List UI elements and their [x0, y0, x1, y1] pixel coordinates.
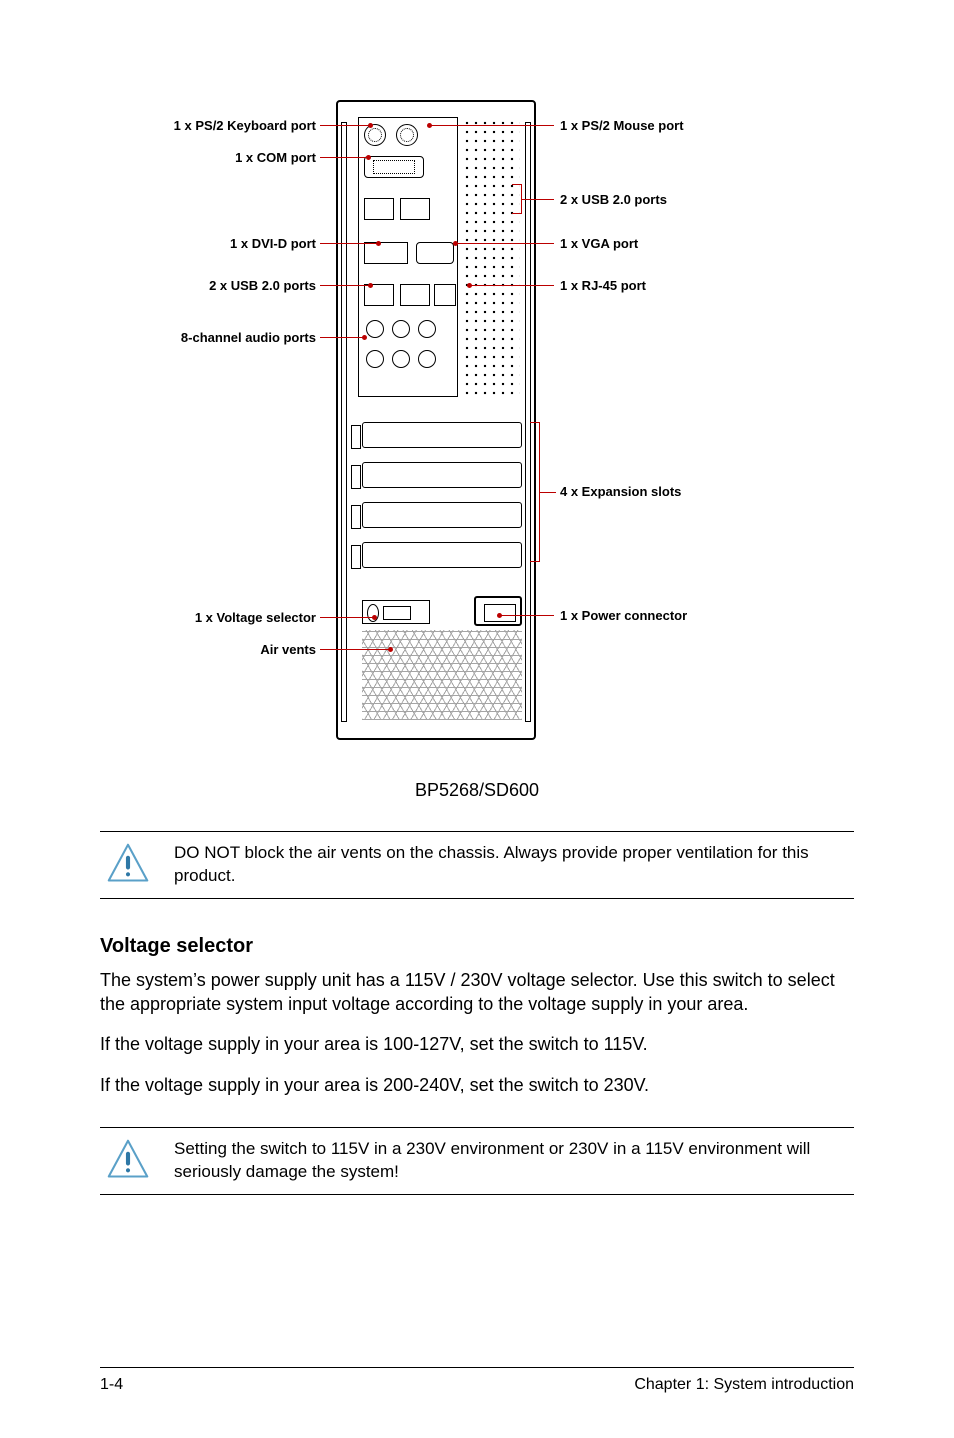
- ventilation-note: DO NOT block the air vents on the chassi…: [100, 831, 854, 899]
- voltage-warning-text: Setting the switch to 115V in a 230V env…: [174, 1138, 854, 1184]
- voltage-selector-icon: [362, 600, 430, 624]
- audio-jacks-row1-icon: [362, 320, 454, 342]
- ventilation-note-text: DO NOT block the air vents on the chassi…: [174, 842, 854, 888]
- rear-panel-diagram: 1 x PS/2 Keyboard port 1 x COM port 1 x …: [100, 90, 854, 770]
- power-connector-icon: [474, 596, 522, 626]
- model-name: BP5268/SD600: [100, 780, 854, 801]
- label-ps2-mouse: 1 x PS/2 Mouse port: [560, 118, 820, 133]
- label-voltage-selector: 1 x Voltage selector: [100, 610, 316, 625]
- vga-port-icon: [416, 242, 454, 264]
- caution-icon: [106, 842, 150, 886]
- label-dvid: 1 x DVI-D port: [100, 236, 316, 251]
- com-port-icon: [364, 156, 424, 178]
- chassis-outline: [336, 100, 536, 740]
- page-number: 1-4: [100, 1376, 123, 1394]
- label-power-connector: 1 x Power connector: [560, 608, 820, 623]
- expansion-slot-icon: [362, 422, 522, 448]
- label-rj45: 1 x RJ-45 port: [560, 278, 820, 293]
- usb-pair-top-icon: [364, 198, 394, 220]
- page-footer: 1-4 Chapter 1: System introduction: [100, 1367, 854, 1394]
- voltage-p1: The system’s power supply unit has a 115…: [100, 968, 854, 1017]
- psu-area: [362, 600, 522, 720]
- air-vents-icon: [362, 630, 522, 720]
- label-ps2-keyboard: 1 x PS/2 Keyboard port: [100, 118, 316, 133]
- label-vga: 1 x VGA port: [560, 236, 820, 251]
- label-usb-left: 2 x USB 2.0 ports: [100, 278, 316, 293]
- ps2-keyboard-port-icon: [364, 124, 386, 146]
- voltage-warning-note: Setting the switch to 115V in a 230V env…: [100, 1127, 854, 1195]
- label-audio: 8-channel audio ports: [100, 330, 316, 345]
- warning-icon: [106, 1138, 150, 1182]
- voltage-p3: If the voltage supply in your area is 20…: [100, 1073, 854, 1097]
- dvid-port-icon: [364, 242, 408, 264]
- audio-jacks-row2-icon: [362, 350, 454, 372]
- label-air-vents: Air vents: [100, 642, 316, 657]
- label-expansion-slots: 4 x Expansion slots: [560, 484, 820, 499]
- label-usb-right: 2 x USB 2.0 ports: [560, 192, 820, 207]
- rj45-port-icon: [434, 284, 456, 306]
- voltage-p2: If the voltage supply in your area is 10…: [100, 1032, 854, 1056]
- ps2-mouse-port-icon: [396, 124, 418, 146]
- chapter-label: Chapter 1: System introduction: [634, 1376, 854, 1394]
- voltage-selector-heading: Voltage selector: [100, 935, 854, 958]
- label-com: 1 x COM port: [100, 150, 316, 165]
